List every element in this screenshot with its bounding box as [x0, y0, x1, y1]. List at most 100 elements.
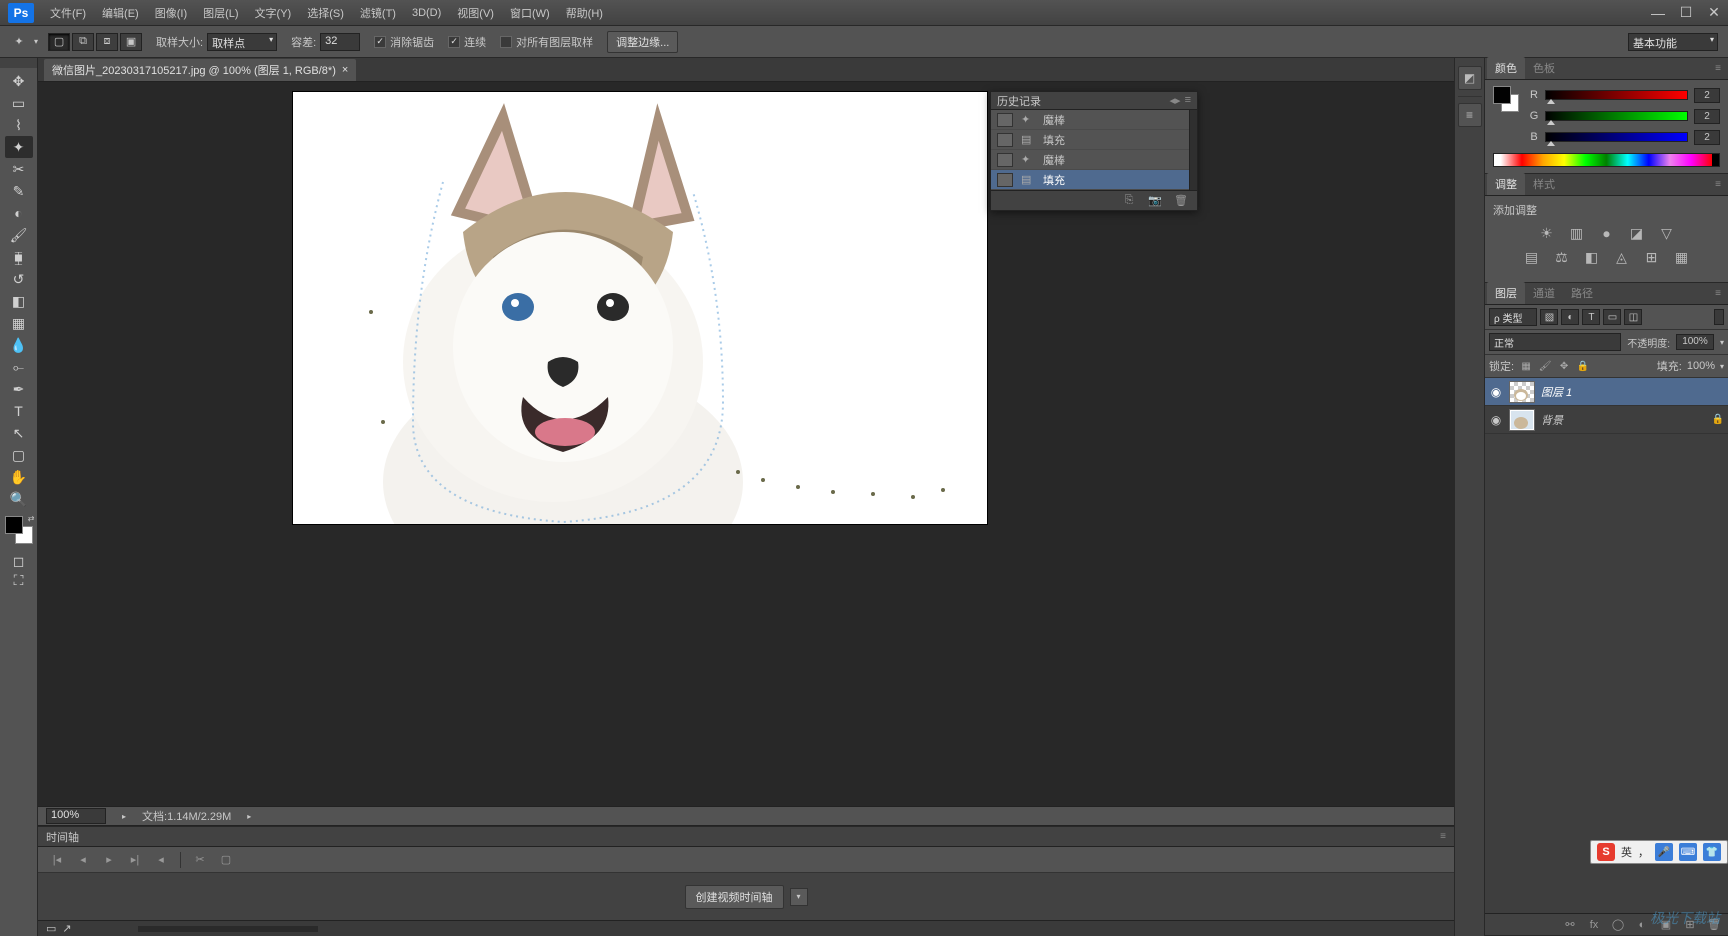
ime-language-label[interactable]: 英	[1621, 844, 1632, 860]
color-balance-icon[interactable]: ⚖	[1552, 248, 1572, 266]
eraser-tool[interactable]: ◧	[5, 290, 33, 312]
canvas[interactable]	[293, 92, 987, 524]
link-layers-icon[interactable]: ⚯	[1562, 917, 1578, 933]
contiguous-checkbox[interactable]: ✓	[448, 36, 460, 48]
timeline-menu-icon[interactable]: ≡	[1440, 831, 1446, 842]
layer-filter-kind-select[interactable]: ρ 类型	[1489, 308, 1537, 326]
timeline-play-button[interactable]: ▸	[98, 851, 120, 869]
canvas-viewport[interactable]: 历史记录 ◂▸≡ ✦魔棒 ▤填充 ✦魔棒 ▤填充 ⎘	[38, 82, 1454, 806]
new-fill-layer-icon[interactable]: ◐	[1634, 917, 1650, 933]
menu-filter[interactable]: 滤镜(T)	[352, 1, 404, 25]
menu-edit[interactable]: 编辑(E)	[94, 1, 147, 25]
vibrance-icon[interactable]: ▽	[1657, 224, 1677, 242]
selection-add-button[interactable]: ⧉	[72, 33, 94, 51]
zoom-adjust-icon[interactable]: ▸	[122, 812, 126, 821]
timeline-footer-icon[interactable]: ▭	[46, 922, 56, 935]
timeline-first-frame-button[interactable]: |◂	[46, 851, 68, 869]
rectangle-tool[interactable]: ▢	[5, 444, 33, 466]
layer-visibility-icon[interactable]: ◉	[1489, 413, 1503, 427]
menu-view[interactable]: 视图(V)	[449, 1, 502, 25]
menu-select[interactable]: 选择(S)	[299, 1, 352, 25]
foreground-color[interactable]	[5, 516, 23, 534]
healing-brush-tool[interactable]: ◐	[5, 202, 33, 224]
brush-tool[interactable]: 🖌	[5, 224, 33, 246]
color-spectrum[interactable]	[1493, 153, 1720, 167]
layer-filter-toggle[interactable]	[1714, 309, 1724, 325]
color-swatch[interactable]: ⇄	[5, 516, 33, 544]
toolbox-grip[interactable]	[0, 58, 37, 68]
ime-voice-icon[interactable]: 🎤	[1655, 843, 1673, 861]
menu-image[interactable]: 图像(I)	[147, 1, 195, 25]
new-group-icon[interactable]: ▣	[1658, 917, 1674, 933]
tolerance-input[interactable]: 32	[320, 33, 360, 51]
tab-channels[interactable]: 通道	[1525, 282, 1563, 304]
history-item[interactable]: ✦魔棒	[991, 110, 1189, 130]
quick-mask-tool[interactable]: ◻	[5, 552, 33, 570]
history-panel-header[interactable]: 历史记录 ◂▸≡	[991, 92, 1197, 110]
menu-type[interactable]: 文字(Y)	[247, 1, 300, 25]
swap-colors-icon[interactable]: ⇄	[28, 514, 35, 523]
timeline-next-frame-button[interactable]: ▸|	[124, 851, 146, 869]
zoom-tool[interactable]: 🔍	[5, 488, 33, 510]
color-r-slider[interactable]	[1545, 90, 1688, 100]
magic-wand-tool[interactable]: ✦	[5, 136, 33, 158]
hand-tool[interactable]: ✋	[5, 466, 33, 488]
sample-size-select[interactable]: 取样点▾	[207, 33, 277, 51]
path-selection-tool[interactable]: ↖	[5, 422, 33, 444]
layer-style-icon[interactable]: fx	[1586, 917, 1602, 933]
marquee-tool[interactable]: ▭	[5, 92, 33, 114]
timeline-transition-icon[interactable]: ▢	[215, 851, 237, 869]
screen-mode-tool[interactable]: ⛶	[5, 571, 33, 589]
antialias-checkbox[interactable]: ✓	[374, 36, 386, 48]
timeline-last-frame-button[interactable]: ◂	[150, 851, 172, 869]
tab-adjustments[interactable]: 调整	[1487, 173, 1525, 195]
layer-row[interactable]: ◉ 图层 1	[1485, 378, 1728, 406]
tool-dropdown-icon[interactable]: ▾	[34, 37, 38, 46]
menu-file[interactable]: 文件(F)	[42, 1, 94, 25]
color-lookup-icon[interactable]: ▦	[1672, 248, 1692, 266]
tab-paths[interactable]: 路径	[1563, 282, 1601, 304]
color-g-slider[interactable]	[1545, 111, 1688, 121]
tab-swatches[interactable]: 色板	[1525, 57, 1563, 79]
fill-dropdown-icon[interactable]: ▾	[1720, 362, 1724, 371]
clone-stamp-tool[interactable]: ⧯	[5, 246, 33, 268]
collapsed-panel-icon[interactable]: ≡	[1458, 103, 1482, 127]
color-b-input[interactable]: 2	[1694, 130, 1720, 145]
layer-row[interactable]: ◉ 背景 🔒	[1485, 406, 1728, 434]
curves-icon[interactable]: ⦁	[1597, 224, 1617, 242]
color-r-input[interactable]: 2	[1694, 88, 1720, 103]
create-timeline-dropdown[interactable]: ▾	[790, 888, 808, 906]
history-collapse-icon[interactable]: ◂▸	[1170, 94, 1181, 107]
gradient-tool[interactable]: ▦	[5, 312, 33, 334]
layer-thumbnail[interactable]	[1509, 409, 1535, 431]
blur-tool[interactable]: 💧	[5, 334, 33, 356]
layer-name[interactable]: 背景	[1541, 412, 1563, 428]
collapsed-panel-icon[interactable]: ◩	[1458, 66, 1482, 90]
photo-filter-icon[interactable]: ◬	[1612, 248, 1632, 266]
window-maximize-button[interactable]: ☐	[1672, 3, 1700, 23]
pen-tool[interactable]: ✒	[5, 378, 33, 400]
document-tab[interactable]: 微信图片_20230317105217.jpg @ 100% (图层 1, RG…	[44, 59, 356, 81]
delete-layer-icon[interactable]: 🗑	[1706, 917, 1722, 933]
panel-menu-icon[interactable]: ≡	[1710, 176, 1726, 192]
exposure-icon[interactable]: ◪	[1627, 224, 1647, 242]
layer-name[interactable]: 图层 1	[1541, 384, 1572, 400]
timeline-header[interactable]: 时间轴 ≡	[38, 827, 1454, 847]
history-delete-icon[interactable]: 🗑	[1173, 193, 1189, 209]
history-item[interactable]: ▤填充	[991, 170, 1189, 190]
filter-smart-icon[interactable]: ◫	[1624, 309, 1642, 325]
workspace-switcher[interactable]: 基本功能▾	[1628, 33, 1718, 51]
selection-intersect-button[interactable]: ▣	[120, 33, 142, 51]
lock-transparency-icon[interactable]: ▦	[1519, 359, 1533, 373]
history-new-doc-icon[interactable]: ⎘	[1121, 193, 1137, 209]
document-tab-close-icon[interactable]: ×	[342, 64, 348, 76]
create-video-timeline-button[interactable]: 创建视频时间轴	[685, 885, 784, 909]
ime-punct-label[interactable]: ，	[1638, 844, 1649, 860]
levels-icon[interactable]: ▥	[1567, 224, 1587, 242]
fill-input[interactable]: 100%	[1687, 360, 1715, 372]
timeline-cut-icon[interactable]: ✂	[189, 851, 211, 869]
panel-menu-icon[interactable]: ≡	[1710, 60, 1726, 76]
dodge-tool[interactable]: ⟜	[5, 356, 33, 378]
hue-icon[interactable]: ▤	[1522, 248, 1542, 266]
filter-type-icon[interactable]: T	[1582, 309, 1600, 325]
